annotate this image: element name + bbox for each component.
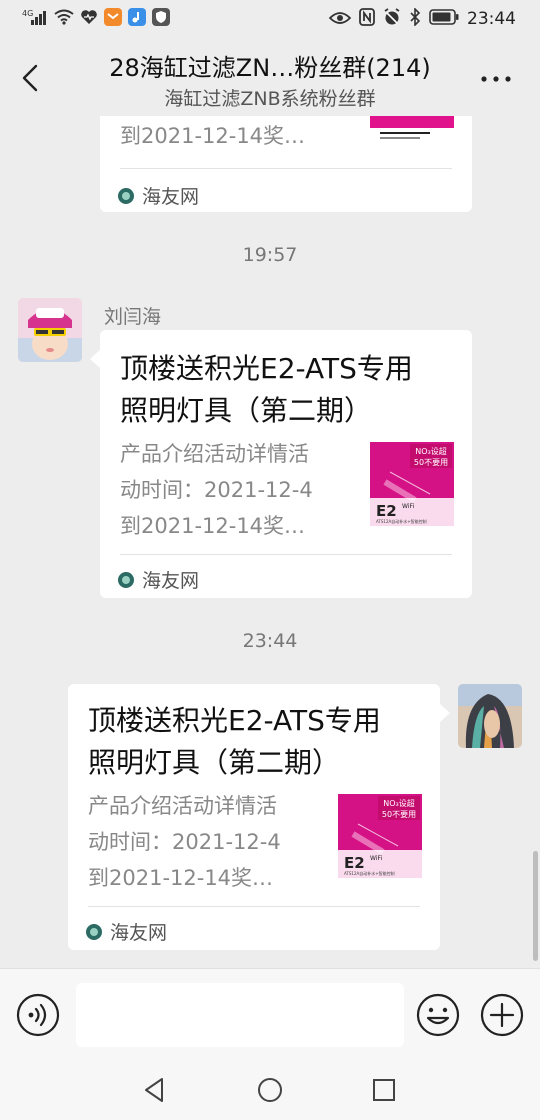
svg-text:50不要用: 50不要用 <box>414 458 448 467</box>
card-description-line2: 动时间：2021-12-4 <box>120 478 313 502</box>
card-title-line2: 照明灯具（第二期） <box>88 746 341 779</box>
svg-text:E2: E2 <box>344 854 365 872</box>
nav-recents-button[interactable] <box>368 1074 400 1106</box>
card-thumbnail: NO₃设超 50不要用 E2 WiFi ATS12A自动补水+智能控制 <box>338 794 422 878</box>
card-divider <box>120 554 452 555</box>
card-title: 顶楼送积光E2-ATS专用 <box>120 352 413 385</box>
message-input-bar <box>0 968 540 1061</box>
eye-comfort-icon <box>328 10 352 29</box>
back-button[interactable] <box>14 58 50 98</box>
more-icon <box>481 76 511 82</box>
emoji-button[interactable] <box>416 993 460 1037</box>
voice-toggle-button[interactable] <box>16 993 60 1037</box>
card-description: 产品介绍活动详情活 <box>88 794 277 818</box>
card-title: 顶楼送积光E2-ATS专用 <box>88 704 381 737</box>
alarm-off-icon <box>383 8 401 30</box>
timestamp: 19:57 <box>242 244 298 266</box>
music-app-icon <box>128 8 146 30</box>
bluetooth-icon <box>409 7 421 30</box>
haiyou-logo-icon <box>86 923 102 940</box>
voice-icon <box>16 993 60 1037</box>
status-time: 23:44 <box>467 9 516 29</box>
card-description: 到2021-12-14奖… <box>120 124 306 148</box>
link-card-message[interactable]: 到2021-12-14奖… 海友网 <box>100 116 472 212</box>
svg-text:ATS12A自动补水+智能控制: ATS12A自动补水+智能控制 <box>376 518 427 524</box>
card-source-name: 海友网 <box>142 186 200 208</box>
emoji-icon <box>416 993 460 1037</box>
card-title-line2: 照明灯具（第二期） <box>120 394 373 427</box>
nfc-icon <box>359 8 375 30</box>
card-description-line3: 到2021-12-14奖… <box>120 514 306 538</box>
more-button[interactable] <box>476 64 516 94</box>
status-left-icons: 4G <box>22 8 170 30</box>
square-recents-icon <box>373 1079 395 1101</box>
bubble-tail <box>440 704 450 722</box>
scrollbar-thumb[interactable] <box>533 851 538 961</box>
self-avatar[interactable] <box>458 684 522 748</box>
wechat-group-chat-screen: 4G 23:44 28海缸过滤ZN…粉丝群(214) 海缸过滤ZNB系统粉丝群 … <box>0 0 540 1120</box>
health-heart-icon <box>80 9 98 29</box>
nav-back-button[interactable] <box>138 1074 170 1106</box>
plus-icon <box>480 993 524 1037</box>
sender-avatar[interactable] <box>18 298 82 362</box>
shield-app-icon <box>152 8 170 30</box>
card-source-name: 海友网 <box>142 570 200 592</box>
card-source: 海友网 <box>86 918 167 945</box>
sender-name: 刘闫海 <box>104 306 162 328</box>
card-source: 海友网 <box>118 566 199 593</box>
card-description-line2: 动时间：2021-12-4 <box>88 830 281 854</box>
card-description-line3: 到2021-12-14奖… <box>88 866 274 890</box>
chevron-left-icon <box>22 64 38 92</box>
chat-header: 28海缸过滤ZN…粉丝群(214) 海缸过滤ZNB系统粉丝群 <box>0 40 540 116</box>
triangle-back-icon <box>145 1078 163 1102</box>
svg-text:NO₃设超: NO₃设超 <box>383 798 415 808</box>
status-right-icons: 23:44 <box>328 7 516 30</box>
circle-home-icon <box>258 1078 282 1102</box>
svg-text:50不要用: 50不要用 <box>382 810 416 819</box>
status-bar: 4G 23:44 <box>0 0 540 40</box>
card-thumbnail: NO₃设超 50不要用 E2 WiFi ATS12A自动补水+智能控制 <box>370 442 454 526</box>
link-card-message[interactable]: 顶楼送积光E2-ATS专用 照明灯具（第二期） 产品介绍活动详情活 动时间：20… <box>68 684 440 950</box>
chat-message-list[interactable]: 到2021-12-14奖… 海友网 19:57 刘闫海 顶楼送积光E2-ATS专… <box>0 116 540 968</box>
card-description: 产品介绍活动详情活 <box>120 442 309 466</box>
battery-icon <box>429 9 459 29</box>
nav-home-button[interactable] <box>254 1074 286 1106</box>
card-source: 海友网 <box>118 182 199 209</box>
more-functions-button[interactable] <box>480 993 524 1037</box>
system-navigation-bar <box>0 1060 540 1120</box>
card-source-name: 海友网 <box>110 922 168 944</box>
card-divider <box>88 906 420 907</box>
chat-title: 28海缸过滤ZN…粉丝群(214) <box>109 54 431 82</box>
svg-text:E2: E2 <box>376 502 397 520</box>
wifi-icon <box>54 9 74 29</box>
link-card-message[interactable]: 顶楼送积光E2-ATS专用 照明灯具（第二期） 产品介绍活动详情活 动时间：20… <box>100 330 472 598</box>
message-input[interactable] <box>76 983 404 1047</box>
haiyou-logo-icon <box>118 571 134 588</box>
svg-text:ATS12A自动补水+智能控制: ATS12A自动补水+智能控制 <box>344 870 395 876</box>
svg-text:WiFi: WiFi <box>402 503 414 510</box>
card-thumbnail <box>370 116 454 146</box>
cellular-signal-icon: 4G <box>22 8 48 30</box>
svg-text:NO₃设超: NO₃设超 <box>415 446 447 456</box>
card-divider <box>120 168 452 169</box>
svg-text:4G: 4G <box>22 9 33 18</box>
haiyou-logo-icon <box>118 187 134 204</box>
taobao-app-icon <box>104 8 122 30</box>
bubble-tail <box>90 350 100 368</box>
timestamp: 23:44 <box>242 630 298 652</box>
chat-subtitle: 海缸过滤ZNB系统粉丝群 <box>164 88 376 110</box>
svg-text:WiFi: WiFi <box>370 855 382 862</box>
